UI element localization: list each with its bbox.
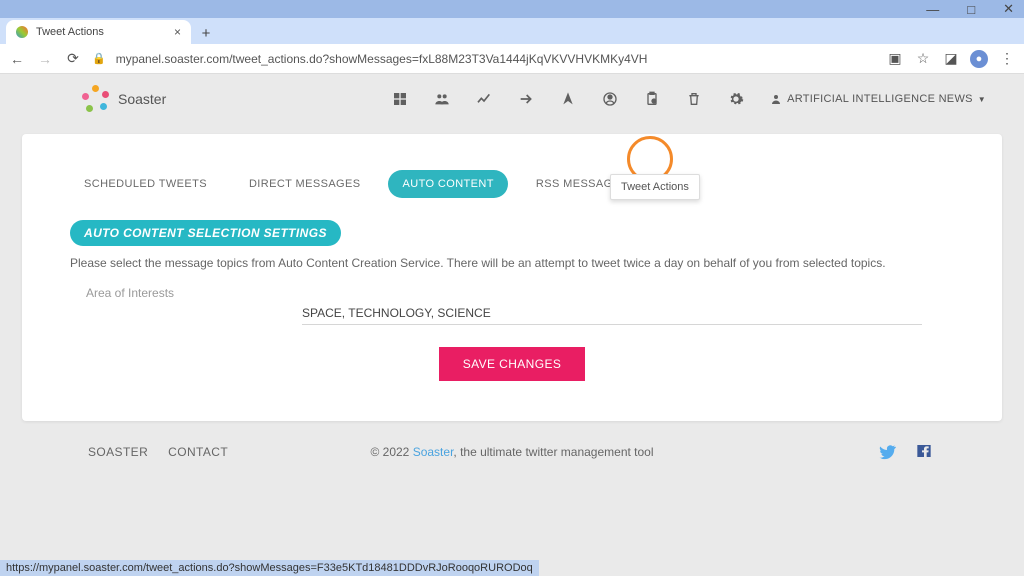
- logo-text: Soaster: [118, 91, 166, 107]
- account-icon[interactable]: [602, 91, 618, 107]
- back-button[interactable]: ←: [8, 51, 26, 67]
- footer-link-contact[interactable]: CONTACT: [168, 445, 228, 459]
- profile-avatar[interactable]: ●: [970, 50, 988, 68]
- footer-brand-link[interactable]: Soaster: [413, 445, 454, 459]
- tab-close-icon[interactable]: ×: [174, 25, 181, 39]
- tab-auto-content[interactable]: AUTO CONTENT: [388, 170, 507, 198]
- footer-link-soaster[interactable]: SOASTER: [88, 445, 148, 459]
- footer-copyright: © 2022 Soaster, the ultimate twitter man…: [370, 445, 653, 459]
- browser-tab[interactable]: Tweet Actions ×: [6, 20, 191, 44]
- window-titlebar: — □ ✕: [0, 0, 1024, 18]
- forward-icon[interactable]: [518, 91, 534, 107]
- logo-icon: [82, 85, 110, 113]
- content-card: SCHEDULED TWEETS DIRECT MESSAGES AUTO CO…: [22, 134, 1002, 421]
- browser-tabstrip: Tweet Actions × +: [0, 18, 1024, 44]
- facebook-icon[interactable]: [916, 443, 932, 461]
- caret-down-icon: ▼: [978, 95, 986, 104]
- tooltip: Tweet Actions: [610, 174, 700, 200]
- news-dropdown[interactable]: ARTIFICIAL INTELLIGENCE NEWS ▼: [770, 93, 986, 105]
- twitter-icon[interactable]: [878, 443, 896, 461]
- window-close[interactable]: ✕: [1003, 1, 1014, 17]
- tab-favicon: [16, 26, 28, 38]
- navigation-icon[interactable]: [560, 91, 576, 107]
- tab-title: Tweet Actions: [36, 26, 104, 38]
- dashboard-icon[interactable]: [392, 91, 408, 107]
- lock-icon: 🔒: [92, 52, 106, 65]
- window-minimize[interactable]: —: [926, 2, 939, 17]
- field-label: Area of Interests: [86, 286, 954, 300]
- app-logo[interactable]: Soaster: [82, 85, 166, 113]
- person-icon: [770, 93, 782, 105]
- browser-toolbar: ← → ⟳ 🔒 mypanel.soaster.com/tweet_action…: [0, 44, 1024, 74]
- panel-title: AUTO CONTENT SELECTION SETTINGS: [70, 220, 341, 246]
- cast-icon[interactable]: ▣: [886, 50, 904, 67]
- tab-direct-messages[interactable]: DIRECT MESSAGES: [235, 170, 375, 198]
- window-maximize[interactable]: □: [967, 2, 975, 17]
- area-of-interests-input[interactable]: [302, 302, 922, 325]
- menu-icon[interactable]: ⋮: [998, 50, 1016, 67]
- panel-description: Please select the message topics from Au…: [70, 256, 954, 270]
- new-tab-button[interactable]: +: [195, 22, 217, 44]
- extension-icon[interactable]: ◪: [942, 50, 960, 67]
- top-navigation: ARTIFICIAL INTELLIGENCE NEWS ▼: [392, 91, 986, 107]
- tab-bar: SCHEDULED TWEETS DIRECT MESSAGES AUTO CO…: [70, 170, 954, 198]
- reload-button[interactable]: ⟳: [64, 50, 82, 67]
- footer: SOASTER CONTACT © 2022 Soaster, the ulti…: [22, 443, 1002, 461]
- browser-status-bar: https://mypanel.soaster.com/tweet_action…: [0, 560, 539, 576]
- tweet-actions-icon[interactable]: [644, 91, 660, 107]
- delete-icon[interactable]: [686, 91, 702, 107]
- trend-icon[interactable]: [476, 91, 492, 107]
- settings-icon[interactable]: [728, 91, 744, 107]
- address-bar[interactable]: mypanel.soaster.com/tweet_actions.do?sho…: [116, 52, 876, 66]
- save-changes-button[interactable]: SAVE CHANGES: [439, 347, 586, 381]
- forward-button[interactable]: →: [36, 51, 54, 67]
- tab-scheduled-tweets[interactable]: SCHEDULED TWEETS: [70, 170, 221, 198]
- people-icon[interactable]: [434, 91, 450, 107]
- bookmark-icon[interactable]: ☆: [914, 50, 932, 67]
- app-header: Soaster ARTIFICIAL INTELLIGENCE NEWS ▼: [0, 74, 1024, 124]
